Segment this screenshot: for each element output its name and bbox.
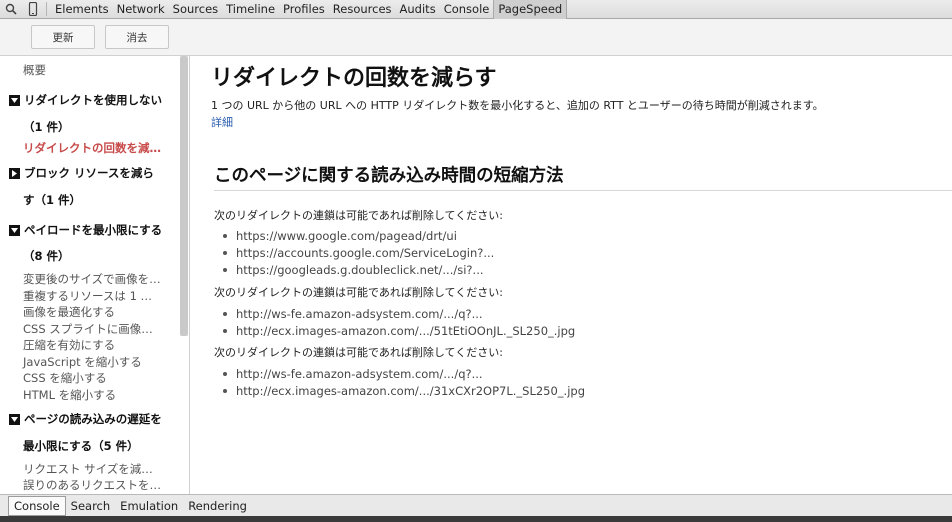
expand-triangle-icon <box>9 94 20 106</box>
search-icon[interactable] <box>0 0 22 19</box>
page-title: リダイレクトの回数を減らす <box>211 66 497 91</box>
list-item: http://ws-fe.amazon-adsystem.com/.../q?.… <box>223 367 483 381</box>
bullet-icon <box>223 251 227 255</box>
section-title: ブロック リソースを減ら <box>24 166 154 180</box>
bullet-icon <box>223 389 227 393</box>
heading-divider <box>214 190 952 191</box>
section-heading: このページに関する読み込み時間の短縮方法 <box>214 166 564 186</box>
section-count: 最小限にする（5 件） <box>23 439 139 453</box>
sidebar-item[interactable]: CSS を縮小する <box>23 370 107 386</box>
list-item: https://googleads.g.doubleclick.net/.../… <box>223 263 484 277</box>
tab-sources[interactable]: Sources <box>169 0 223 19</box>
list-item: http://ws-fe.amazon-adsystem.com/.../q?.… <box>223 307 483 321</box>
section-title: ページの読み込みの遅延を <box>24 412 162 426</box>
bullet-icon <box>223 329 227 333</box>
bullet-icon <box>223 372 227 376</box>
redirect-url: https://www.google.com/pagead/drt/ui <box>236 229 457 243</box>
sidebar-item[interactable]: 変更後のサイズで画像を… <box>23 271 161 287</box>
rule-description: 1 つの URL から他の URL への HTTP リダイレクト数を最小化すると… <box>211 99 824 112</box>
bullet-icon <box>223 268 227 272</box>
refresh-button[interactable]: 更新 <box>31 25 95 49</box>
drawer-tab-emulation[interactable]: Emulation <box>115 497 183 515</box>
list-item: https://www.google.com/pagead/drt/ui <box>223 229 457 243</box>
expand-triangle-icon <box>9 224 20 236</box>
devtools-toolbar: Elements Network Sources Timeline Profil… <box>0 0 952 19</box>
tab-audits[interactable]: Audits <box>396 0 440 19</box>
list-item: http://ecx.images-amazon.com/.../51tEtiO… <box>223 324 575 338</box>
tab-network[interactable]: Network <box>113 0 169 19</box>
drawer-tab-rendering[interactable]: Rendering <box>183 497 252 515</box>
bullet-icon <box>223 234 227 238</box>
chain-intro: 次のリダイレクトの連鎖は可能であれば削除してください: <box>214 286 503 299</box>
section-count: す（1 件） <box>23 193 82 207</box>
rule-detail-panel: リダイレクトの回数を減らす 1 つの URL から他の URL への HTTP … <box>190 56 952 494</box>
drawer-tab-search[interactable]: Search <box>66 497 116 515</box>
bullet-icon <box>223 312 227 316</box>
sidebar-scrollbar[interactable] <box>180 56 188 336</box>
list-item: https://accounts.google.com/ServiceLogin… <box>223 246 494 260</box>
toolbar-divider <box>46 2 47 16</box>
drawer-tab-bar: Console Search Emulation Rendering <box>0 494 952 516</box>
clear-button[interactable]: 消去 <box>105 25 169 49</box>
section-title: リダイレクトを使用しない <box>24 93 162 107</box>
redirect-url: http://ecx.images-amazon.com/.../51tEtiO… <box>236 324 576 338</box>
redirect-url: https://googleads.g.doubleclick.net/.../… <box>236 263 484 277</box>
redirect-url: http://ws-fe.amazon-adsystem.com/.../q?.… <box>236 307 483 321</box>
section-count: （8 件） <box>23 249 70 263</box>
window-bottom-edge <box>0 516 952 522</box>
device-mode-icon[interactable] <box>22 0 44 19</box>
sidebar-section-blocking[interactable]: ブロック リソースを減ら <box>9 165 154 181</box>
redirect-url: https://accounts.google.com/ServiceLogin… <box>236 246 495 260</box>
sidebar-section-redirects[interactable]: リダイレクトを使用しない <box>9 92 162 108</box>
sidebar-item-overview[interactable]: 概要 <box>23 62 46 78</box>
sidebar-item[interactable]: 誤りのあるリクエストを… <box>23 477 161 493</box>
sidebar-item-selected[interactable]: リダイレクトの回数を減… <box>23 140 161 156</box>
expand-triangle-icon <box>9 413 20 425</box>
chain-intro: 次のリダイレクトの連鎖は可能であれば削除してください: <box>214 346 503 359</box>
tab-elements[interactable]: Elements <box>51 0 113 19</box>
redirect-url: http://ws-fe.amazon-adsystem.com/.../q?.… <box>236 367 483 381</box>
tab-pagespeed[interactable]: PageSpeed <box>493 0 568 19</box>
sidebar-item[interactable]: 圧縮を有効にする <box>23 337 115 353</box>
list-item: http://ecx.images-amazon.com/.../31xCXr2… <box>223 384 585 398</box>
sidebar-item[interactable]: CSS スプライトに画像… <box>23 321 153 337</box>
collapse-triangle-icon <box>9 167 20 179</box>
sidebar-item[interactable]: 画像を最適化する <box>23 304 115 320</box>
sidebar-section-latency[interactable]: ページの読み込みの遅延を <box>9 411 162 427</box>
tab-timeline[interactable]: Timeline <box>222 0 279 19</box>
drawer-tab-console[interactable]: Console <box>8 495 66 516</box>
sidebar-item[interactable]: 重複するリソースは 1 … <box>23 288 152 304</box>
sidebar-item[interactable]: JavaScript を縮小する <box>23 354 142 370</box>
section-count: （1 件） <box>23 120 70 134</box>
section-title: ペイロードを最小限にする <box>24 223 163 237</box>
action-bar: 更新 消去 <box>0 19 952 56</box>
more-info-link[interactable]: 詳細 <box>211 114 233 130</box>
rules-sidebar: 概要 リダイレクトを使用しない （1 件） リダイレクトの回数を減… ブロック … <box>0 56 190 494</box>
redirect-url: http://ecx.images-amazon.com/.../31xCXr2… <box>236 384 586 398</box>
tab-resources[interactable]: Resources <box>329 0 396 19</box>
sidebar-section-payload[interactable]: ペイロードを最小限にする <box>9 222 162 238</box>
sidebar-item[interactable]: リクエスト サイズを減… <box>23 461 153 477</box>
sidebar-item[interactable]: HTML を縮小する <box>23 387 116 403</box>
tab-console[interactable]: Console <box>440 0 494 19</box>
tab-profiles[interactable]: Profiles <box>279 0 329 19</box>
chain-intro: 次のリダイレクトの連鎖は可能であれば削除してください: <box>214 209 503 222</box>
